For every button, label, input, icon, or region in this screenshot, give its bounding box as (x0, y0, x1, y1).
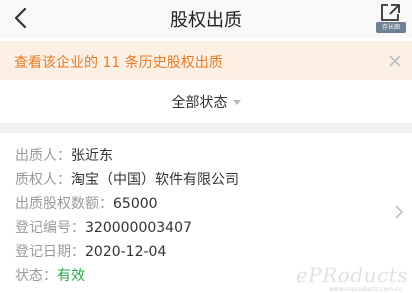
pledgor-row: 出质人：张近东 (15, 145, 113, 165)
caret-down-icon (232, 100, 241, 105)
status-filter-label: 全部状态 (171, 95, 228, 111)
page-title: 股权出质 (170, 10, 242, 31)
status-row: 状态：有效 (15, 265, 85, 285)
chevron-right-icon[interactable] (394, 204, 404, 220)
watermark-logo: ePRoducts (295, 263, 408, 287)
pledgor-label: 出质人： (15, 148, 71, 164)
amount-row: 出质股权数额：65000 (15, 193, 158, 213)
save-long-image-button[interactable]: 存长图 (376, 3, 406, 33)
pledgee-row: 质权人：淘宝（中国）软件有限公司 (15, 169, 239, 189)
pledgee-value: 淘宝（中国）软件有限公司 (71, 172, 239, 188)
section-divider (0, 123, 412, 133)
watermark-url: www.cnproducts.com.cn (328, 286, 402, 293)
regno-row: 登记编号：320000003407 (15, 217, 192, 237)
status-label: 状态： (15, 268, 57, 284)
pledgor-value: 张近东 (71, 148, 113, 164)
status-badge: 有效 (57, 268, 85, 284)
history-banner[interactable]: 查看该企业的 11 条历史股权出质 (0, 41, 412, 80)
date-label: 登记日期： (15, 244, 85, 260)
history-banner-text[interactable]: 查看该企业的 11 条历史股权出质 (14, 52, 223, 72)
status-filter-dropdown[interactable]: 全部状态 (0, 92, 412, 112)
share-label: 存长图 (376, 22, 406, 33)
pledgee-label: 质权人： (15, 172, 71, 188)
nav-bar: 股权出质 存长图 (0, 0, 412, 38)
amount-label: 出质股权数额： (15, 196, 113, 212)
close-icon[interactable] (388, 53, 402, 67)
regno-value: 320000003407 (85, 220, 192, 236)
date-value: 2020-12-04 (85, 244, 167, 260)
date-row: 登记日期：2020-12-04 (15, 241, 166, 261)
regno-label: 登记编号： (15, 220, 85, 236)
share-icon (381, 4, 400, 21)
amount-value: 65000 (113, 196, 158, 212)
